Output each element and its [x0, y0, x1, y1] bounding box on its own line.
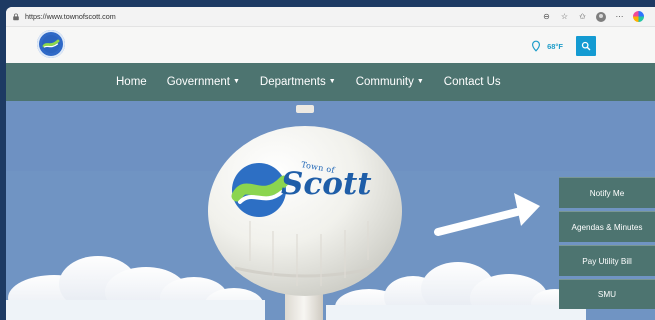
- chevron-down-icon: ▼: [328, 77, 336, 85]
- site-header: 68°F: [6, 27, 655, 63]
- header-tools: 68°F: [530, 36, 596, 56]
- main-navigation-list: Home Government ▼ Departments ▼ Communit…: [116, 63, 501, 101]
- lock-icon: [13, 13, 19, 20]
- search-button[interactable]: [576, 36, 596, 56]
- nav-item-contact-us[interactable]: Contact Us: [444, 76, 501, 88]
- more-icon[interactable]: ⋯: [615, 12, 624, 21]
- quick-link-label: SMU: [597, 290, 617, 299]
- browser-toolbar: https://www.townofscott.com ⊖ ☆ ✩ ⋯: [6, 7, 655, 27]
- chevron-down-icon: ▼: [232, 77, 240, 85]
- quick-link-notify-me[interactable]: Notify Me: [559, 177, 655, 208]
- quick-link-label: Agendas & Minutes: [571, 222, 643, 232]
- quick-link-label: Notify Me: [589, 188, 625, 198]
- search-icon: [581, 41, 591, 51]
- nav-item-label: Government: [166, 76, 230, 88]
- address-bar[interactable]: https://www.townofscott.com: [12, 12, 542, 21]
- browser-window: https://www.townofscott.com ⊖ ☆ ✩ ⋯ 68°F: [6, 7, 655, 320]
- town-logo-mark: [42, 35, 60, 53]
- profile-icon[interactable]: [596, 11, 606, 22]
- url-text[interactable]: https://www.townofscott.com: [25, 12, 116, 21]
- quick-link-smu[interactable]: SMU: [559, 279, 655, 309]
- temperature-display: 68°F: [547, 41, 563, 51]
- hero-image: [6, 101, 655, 320]
- zoom-icon[interactable]: ⊖: [542, 12, 551, 21]
- nav-item-community[interactable]: Community ▼: [356, 76, 424, 88]
- nav-item-government[interactable]: Government ▼: [167, 76, 240, 88]
- main-navigation: Home Government ▼ Departments ▼ Communit…: [6, 63, 655, 101]
- collections-icon[interactable]: ✩: [578, 12, 587, 21]
- nav-item-departments[interactable]: Departments ▼: [260, 76, 336, 88]
- chevron-down-icon: ▼: [416, 77, 424, 85]
- quick-link-label: Pay Utility Bill: [582, 256, 632, 266]
- site-logo[interactable]: [37, 30, 65, 58]
- browser-actions: ⊖ ☆ ✩ ⋯: [542, 11, 649, 22]
- hero-banner: Town of Scott: [6, 101, 655, 320]
- star-icon[interactable]: ☆: [560, 12, 569, 21]
- nav-item-home[interactable]: Home: [116, 76, 147, 88]
- quick-link-pay-utility-bill[interactable]: Pay Utility Bill: [559, 245, 655, 276]
- quick-links-menu: Notify Me Agendas & Minutes Pay Utility …: [559, 177, 655, 320]
- nav-item-label: Contact Us: [443, 76, 501, 88]
- nav-item-label: Home: [116, 76, 147, 88]
- edge-icon[interactable]: [633, 11, 644, 22]
- weather-icon: [532, 40, 541, 52]
- nav-item-label: Community: [355, 76, 414, 88]
- nav-item-label: Departments: [259, 76, 326, 88]
- quick-link-agendas-minutes[interactable]: Agendas & Minutes: [559, 211, 655, 242]
